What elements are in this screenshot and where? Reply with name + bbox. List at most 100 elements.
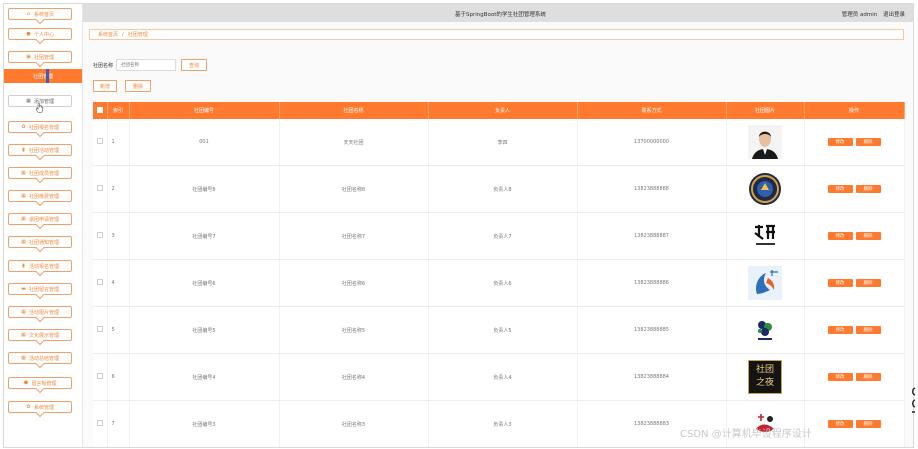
portrait-image xyxy=(748,125,782,159)
column-header: 社团编号 xyxy=(129,102,280,119)
checkbox[interactable] xyxy=(96,138,103,144)
edit-button[interactable]: 修改 xyxy=(827,185,853,193)
checkbox[interactable] xyxy=(96,106,103,113)
sidebar-item-activity-manage[interactable]: ▮ 社团活动管理 xyxy=(8,144,72,156)
row-checkbox-cell[interactable] xyxy=(93,165,108,213)
sidebar-item-club-manage[interactable]: ▣ 社团管理 xyxy=(8,51,72,63)
cell-name: 社团名称7 xyxy=(279,212,429,260)
breadcrumb-separator: / xyxy=(122,31,124,38)
cell-actions: 修改 删除 xyxy=(804,259,905,307)
cell-index: 5 xyxy=(107,306,130,354)
cell-code: 社团编号3 xyxy=(129,400,280,447)
sidebar-item-signup-manage[interactable]: ✿ 社团报名管理 xyxy=(8,121,72,133)
delete-button[interactable]: 删除 xyxy=(855,232,881,240)
cell-code: 社团编号7 xyxy=(129,212,280,260)
cell-index: 3 xyxy=(107,212,130,260)
sidebar-item-system-manage[interactable]: ✿ 系统管理 xyxy=(8,401,72,413)
cell-image: 社团 之夜 xyxy=(726,353,805,401)
sidebar-item-profile[interactable]: ● 个人中心 xyxy=(8,28,72,40)
sidebar-item-culture-manage[interactable]: ▦ 文化展示管理 xyxy=(8,329,72,341)
cell-phone: 13823888883 xyxy=(577,400,727,447)
sidebar-item-label: 个人中心 xyxy=(33,31,54,38)
cell-index: 1 xyxy=(107,119,130,166)
batch-delete-button[interactable]: 删除 xyxy=(125,80,151,92)
gear-icon: ✿ xyxy=(26,403,31,410)
sidebar-item-message-manage[interactable]: ▬ 社团留言管理 xyxy=(8,283,72,295)
sidebar-item-notice-manage[interactable]: ▦ 社团通知管理 xyxy=(8,236,72,248)
edit-button[interactable]: 修改 xyxy=(827,279,853,287)
cell-code: 社团编号6 xyxy=(129,259,280,307)
grid-icon: ▦ xyxy=(21,308,26,315)
sidebar-item-summary-manage[interactable]: ▦ 活动总结管理 xyxy=(8,352,72,364)
grid-icon: ▦ xyxy=(21,238,26,245)
breadcrumb-home[interactable]: 系统首页 xyxy=(98,31,118,38)
edit-button[interactable]: 修改 xyxy=(827,326,853,334)
cell-leader: 李四 xyxy=(428,119,578,166)
checkbox[interactable] xyxy=(96,420,103,426)
sidebar-item-quit-manage[interactable]: ▦ 退团申请管理 xyxy=(8,213,72,225)
table-row: 4 社团编号6 社团名称6 负责人6 13823888886 修改 删除 xyxy=(93,259,905,307)
checkbox[interactable] xyxy=(96,279,103,285)
breadcrumb-current: 社团管理 xyxy=(127,32,148,38)
cell-actions: 修改 删除 xyxy=(804,119,905,166)
top-header: 基于SpringBoot的学生社团管理系统 管理员 admin 退出登录 xyxy=(83,4,913,22)
sidebar-item-board-manage[interactable]: ⬢ 留言板管理 xyxy=(8,377,72,389)
edit-button[interactable]: 修改 xyxy=(827,232,853,240)
edit-button[interactable]: 修改 xyxy=(827,420,853,428)
delete-button[interactable]: 删除 xyxy=(855,326,881,334)
cell-image xyxy=(726,306,805,354)
row-checkbox-cell[interactable] xyxy=(93,400,108,447)
grid-icon: ▦ xyxy=(26,97,31,104)
sidebar-item-label: 文化展示管理 xyxy=(28,332,59,339)
row-checkbox-cell[interactable] xyxy=(93,353,108,401)
cell-name: 天天社团 xyxy=(279,119,429,166)
delete-button[interactable]: 删除 xyxy=(855,138,881,146)
cell-name: 社团名称4 xyxy=(279,353,429,401)
add-button[interactable]: 新增 xyxy=(93,80,117,92)
table-row: 3 社团编号7 社团名称7 负责人7 13823888887 修改 删除 xyxy=(93,212,905,260)
sidebar-item-label: 活动报名管理 xyxy=(28,263,59,270)
edit-button[interactable]: 修改 xyxy=(827,373,853,381)
delete-button[interactable]: 删除 xyxy=(855,420,881,428)
column-header: 社团图片 xyxy=(726,102,805,119)
delete-button[interactable]: 删除 xyxy=(855,373,881,381)
row-checkbox-cell[interactable] xyxy=(93,119,108,166)
edit-button[interactable]: 修改 xyxy=(827,138,853,146)
delete-button[interactable]: 删除 xyxy=(855,279,881,287)
sidebar-item-home[interactable]: ⌂ 系统首页 xyxy=(8,8,72,20)
cell-phone: 13700000000 xyxy=(577,119,727,166)
cell-leader: 负责人5 xyxy=(428,306,578,354)
table-row: 6 社团编号4 社团名称4 负责人4 13823888884 社团 之夜 修改删… xyxy=(93,353,905,401)
row-checkbox-cell[interactable] xyxy=(93,259,108,307)
sidebar-item-fee-manage[interactable]: ▦ 社团缴费管理 xyxy=(8,190,72,202)
query-button[interactable]: 查询 xyxy=(181,59,208,71)
sidebar-item-image-manage[interactable]: ▦ 活动图片管理 xyxy=(8,306,72,318)
blue-emblem-image xyxy=(748,266,782,300)
checkbox[interactable] xyxy=(96,232,103,238)
edge-glyph-icon xyxy=(912,387,916,413)
header-user-area: 管理员 admin 退出登录 xyxy=(842,10,905,18)
row-checkbox-cell[interactable] xyxy=(93,212,108,260)
sidebar-item-member-manage[interactable]: ▦ 社团成员管理 xyxy=(8,167,72,179)
delete-button[interactable]: 删除 xyxy=(855,185,881,193)
select-all-checkbox[interactable] xyxy=(93,102,108,119)
checkbox[interactable] xyxy=(96,326,103,332)
checkbox[interactable] xyxy=(96,373,103,379)
cell-actions: 修改 删除 xyxy=(804,353,905,401)
column-header: 负责人 xyxy=(428,102,578,119)
grid-icon: ▦ xyxy=(21,192,26,199)
search-input[interactable] xyxy=(116,59,177,71)
hand-cursor-icon xyxy=(36,103,43,113)
table-row: 1 001 天天社团 李四 13700000000 修改 删除 xyxy=(93,119,905,166)
sidebar-item-label: 社团成员管理 xyxy=(28,170,59,177)
row-checkbox-cell[interactable] xyxy=(93,306,108,354)
grid-icon: ▦ xyxy=(21,215,26,222)
sidebar-item-club-manage-active[interactable]: 社团管理 xyxy=(4,69,82,83)
sidebar-item-activity-signup[interactable]: ▮ 活动报名管理 xyxy=(8,260,72,272)
cell-index: 6 xyxy=(107,353,130,401)
sidebar: ⌂ 系统首页 ● 个人中心 ▣ 社团管理 社团管理 ▦ 添加管理 ✿ 社团报名管理 ▮ 社团… xyxy=(4,4,83,447)
logout-link[interactable]: 退出登录 xyxy=(883,12,905,18)
checkbox[interactable] xyxy=(96,185,103,191)
cell-code: 社团编号8 xyxy=(129,165,280,213)
cell-actions: 修改 删除 xyxy=(804,306,905,354)
